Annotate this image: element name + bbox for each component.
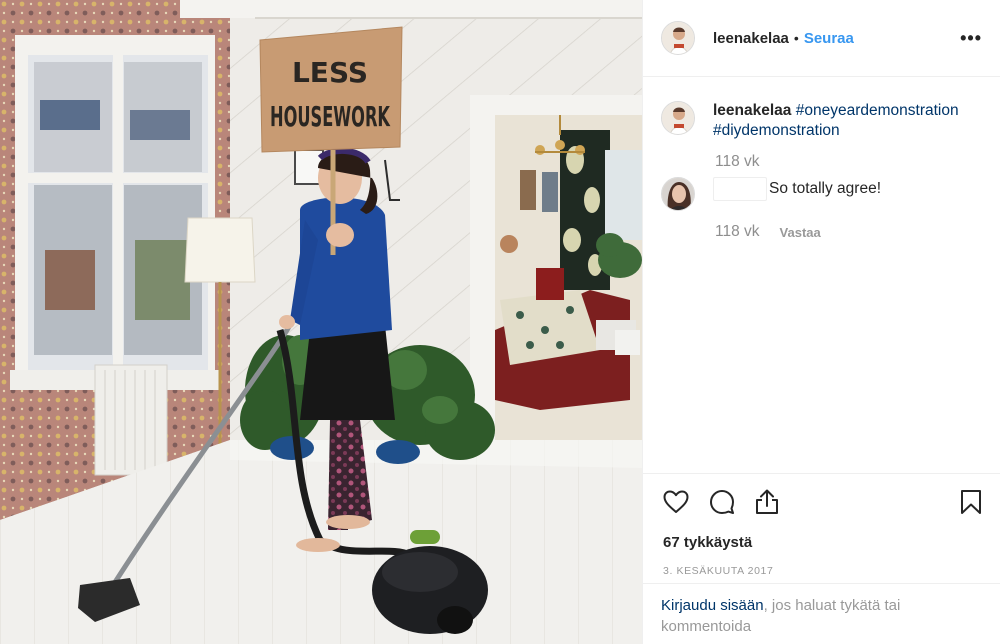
heart-icon[interactable]: [663, 490, 689, 519]
comment-text: So totally agree!: [713, 177, 881, 201]
reply-button[interactable]: Vastaa: [780, 225, 821, 240]
post-sidebar: leenakelaa • Seuraa ••• leenakelaa #oney…: [642, 0, 1000, 644]
share-icon[interactable]: [755, 489, 779, 520]
action-icons: [663, 488, 982, 520]
hashtag-link[interactable]: #diydemonstration: [713, 122, 840, 139]
login-prompt: Kirjaudu sisään, jos haluat tykätä tai k…: [643, 583, 1000, 644]
follow-button[interactable]: Seuraa: [804, 30, 854, 47]
sign-text-line2: HOUSEWORK: [270, 100, 391, 133]
comment-icon[interactable]: [709, 489, 735, 520]
comment-meta: 118 vk Vastaa: [715, 223, 982, 241]
post-date[interactable]: 3. KESÄKUUTA 2017: [663, 565, 982, 577]
caption-meta: 118 vk: [715, 153, 982, 171]
caption-text: leenakelaa #oneyeardemonstration #diydem…: [713, 101, 959, 141]
post-photo[interactable]: LESS HOUSEWORK: [0, 0, 642, 644]
post-actions: 67 tykkäystä 3. KESÄKUUTA 2017: [643, 473, 1000, 583]
comment-content: So totally agree!: [769, 180, 882, 198]
post-header: leenakelaa • Seuraa •••: [643, 0, 1000, 77]
author-avatar[interactable]: [661, 21, 695, 55]
hashtag-link[interactable]: #oneyeardemonstration: [796, 102, 959, 119]
photo-scene: LESS HOUSEWORK: [0, 0, 642, 644]
commenter-username[interactable]: [713, 177, 767, 201]
comments-list: leenakelaa #oneyeardemonstration #diydem…: [643, 77, 1000, 473]
login-link[interactable]: Kirjaudu sisään: [661, 597, 764, 614]
caption-row: leenakelaa #oneyeardemonstration #diydem…: [661, 101, 982, 141]
caption-timestamp[interactable]: 118 vk: [715, 153, 760, 171]
separator-dot: •: [793, 30, 799, 46]
caption-avatar[interactable]: [661, 101, 695, 135]
author-username[interactable]: leenakelaa: [713, 30, 789, 47]
more-options-icon[interactable]: •••: [960, 28, 982, 49]
bookmark-icon[interactable]: [960, 489, 982, 520]
commenter-avatar[interactable]: [661, 177, 695, 211]
likes-count[interactable]: 67 tykkäystä: [663, 534, 982, 551]
caption-username[interactable]: leenakelaa: [713, 102, 791, 119]
comment-timestamp[interactable]: 118 vk: [715, 223, 760, 241]
comment-row: So totally agree!: [661, 177, 982, 211]
sign-text-line1: LESS: [292, 56, 368, 89]
